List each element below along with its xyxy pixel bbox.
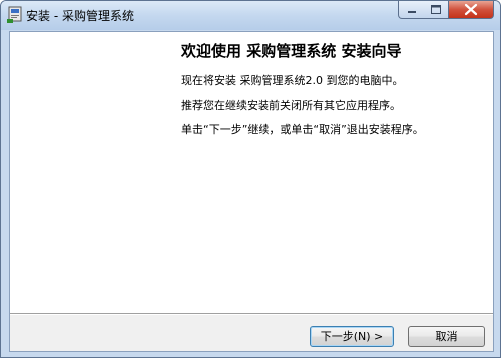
wizard-text-recommend: 推荐您在继续安装前关闭所有其它应用程序。 [181,99,401,112]
window-title: 安装 - 采购管理系统 [26,9,134,23]
minimize-button[interactable] [398,1,424,19]
installer-icon [7,6,23,23]
wizard-heading: 欢迎使用 采购管理系统 安装向导 [181,42,402,60]
wizard-text-instructions: 单击“下一步”继续，或单击“取消”退出安装程序。 [181,123,424,136]
title-bar[interactable]: 安装 - 采购管理系统 [1,1,500,30]
cancel-button[interactable]: 取消 [408,326,485,347]
close-button[interactable] [449,1,494,19]
installer-window: 安装 - 采购管理系统 欢迎使用 采购管理系统 安装向导 现在将安装 采购管理系… [0,0,501,358]
minimize-icon [408,11,416,13]
wizard-text-install: 现在将安装 采购管理系统2.0 到您的电脑中。 [181,74,404,87]
wizard-side-panel [10,32,181,313]
footer-divider-highlight [10,314,493,315]
maximize-icon [431,5,441,14]
maximize-button[interactable] [423,1,449,19]
close-icon [464,3,478,16]
wizard-content: 欢迎使用 采购管理系统 安装向导 现在将安装 采购管理系统2.0 到您的电脑中。… [181,32,493,313]
wizard-client-area: 欢迎使用 采购管理系统 安装向导 现在将安装 采购管理系统2.0 到您的电脑中。… [9,31,494,352]
next-button[interactable]: 下一步(N) > [310,326,394,347]
